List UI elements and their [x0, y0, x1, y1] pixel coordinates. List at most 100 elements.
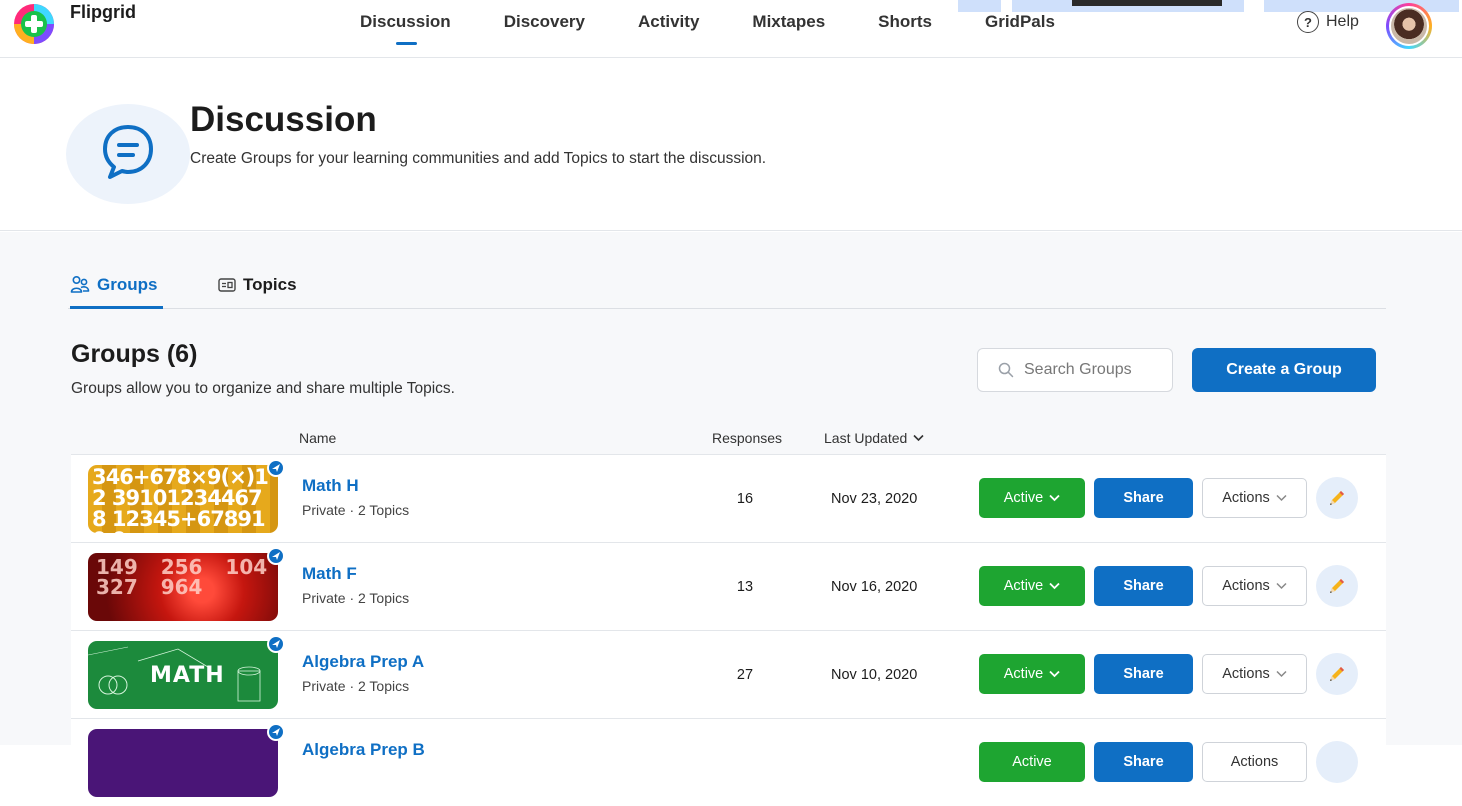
- group-thumbnail[interactable]: 346+678×9(×)12 391012344678 12345+678910…: [88, 465, 278, 533]
- main-content: Groups Topics Groups (6) Groups allow yo…: [0, 232, 1462, 806]
- groups-table: 346+678×9(×)12 391012344678 12345+678910…: [71, 454, 1386, 806]
- help-icon: ?: [1297, 11, 1319, 33]
- brand[interactable]: Flipgrid: [12, 2, 136, 46]
- sub-tabs: Groups Topics: [68, 273, 1386, 309]
- top-edge-artifact: [1072, 0, 1222, 6]
- share-button[interactable]: Share: [1094, 566, 1193, 606]
- status-dropdown-button[interactable]: Active: [979, 566, 1085, 606]
- group-meta: Private · 2 Topics: [302, 590, 410, 606]
- group-name-link[interactable]: Math F: [302, 564, 357, 584]
- tab-groups[interactable]: Groups: [70, 275, 164, 309]
- chevron-down-icon: [1049, 494, 1060, 502]
- discussion-bubble-icon: [100, 121, 156, 186]
- main-nav: Discussion Discovery Activity Mixtapes S…: [360, 12, 1108, 45]
- groups-icon: [70, 275, 90, 293]
- chevron-down-icon: [1276, 670, 1287, 678]
- page-header: Discussion Create Groups for your learni…: [0, 58, 1462, 231]
- flipgrid-logo-icon: [12, 2, 56, 46]
- search-icon: [998, 362, 1014, 378]
- badge-icon: [267, 723, 285, 741]
- nav-tab-shorts[interactable]: Shorts: [878, 12, 932, 32]
- response-count: 16: [736, 491, 754, 507]
- search-groups-field[interactable]: [977, 348, 1173, 392]
- pencil-icon: [1330, 579, 1344, 593]
- tab-topics-label: Topics: [243, 275, 297, 294]
- nav-tab-mixtapes[interactable]: Mixtapes: [752, 12, 825, 32]
- actions-dropdown-button[interactable]: Actions: [1202, 478, 1307, 518]
- group-meta: Private · 2 Topics: [302, 678, 410, 694]
- tab-groups-label: Groups: [97, 275, 158, 294]
- actions-label: Actions: [1230, 754, 1279, 770]
- actions-label: Actions: [1222, 666, 1270, 682]
- group-thumbnail[interactable]: 149 256 104 327 964: [88, 553, 278, 621]
- status-label: Active: [1003, 578, 1044, 594]
- share-button[interactable]: Share: [1094, 478, 1193, 518]
- thumbnail-text: 346+678×9(×)12 391012344678 12345+678910…: [92, 465, 269, 534]
- status-dropdown-button[interactable]: Active: [979, 654, 1085, 694]
- actions-dropdown-button[interactable]: Actions: [1202, 654, 1307, 694]
- page-subtitle: Create Groups for your learning communit…: [190, 150, 767, 167]
- groups-title: Groups (6): [71, 340, 198, 368]
- response-count: 13: [736, 579, 754, 595]
- actions-label: Actions: [1222, 578, 1270, 594]
- create-group-button[interactable]: Create a Group: [1192, 348, 1376, 392]
- page-title: Discussion: [190, 100, 377, 139]
- group-name-link[interactable]: Math H: [302, 476, 359, 496]
- edit-group-button[interactable]: [1316, 653, 1358, 695]
- search-groups-input[interactable]: [1024, 361, 1164, 379]
- group-meta: Private · 2 Topics: [302, 502, 410, 518]
- group-name-link[interactable]: Algebra Prep A: [302, 652, 424, 672]
- status-label: Active: [1003, 490, 1044, 506]
- table-row[interactable]: 346+678×9(×)12 391012344678 12345+678910…: [71, 454, 1386, 542]
- actions-dropdown-button[interactable]: Actions: [1202, 566, 1307, 606]
- top-nav: Flipgrid Discussion Discovery Activity M…: [0, 0, 1462, 58]
- last-updated-date: Nov 23, 2020: [831, 491, 918, 507]
- table-row[interactable]: MATH Algebra Prep A Private · 2 Topics 2…: [71, 630, 1386, 718]
- column-header-last-updated-label: Last Updated: [824, 430, 908, 446]
- group-thumbnail[interactable]: MATH: [88, 641, 278, 709]
- column-header-responses[interactable]: Responses: [712, 430, 782, 446]
- pencil-icon: [1330, 491, 1344, 505]
- chevron-down-icon: [913, 434, 924, 442]
- last-updated-date: Nov 16, 2020: [831, 579, 918, 595]
- group-thumbnail[interactable]: [88, 729, 278, 797]
- status-label: Active: [1012, 754, 1052, 770]
- edit-group-button[interactable]: [1316, 565, 1358, 607]
- top-edge-artifact: [1264, 0, 1459, 12]
- status-dropdown-button[interactable]: Active: [979, 478, 1085, 518]
- share-button[interactable]: Share: [1094, 742, 1193, 782]
- last-updated-date: Nov 10, 2020: [831, 667, 918, 683]
- top-edge-artifact: [958, 0, 1001, 12]
- nav-tab-discussion[interactable]: Discussion: [360, 12, 451, 45]
- column-header-last-updated[interactable]: Last Updated: [824, 430, 924, 446]
- table-row[interactable]: Algebra Prep B Active Share Actions: [71, 718, 1386, 806]
- badge-icon: [267, 547, 285, 565]
- edit-group-button[interactable]: [1316, 477, 1358, 519]
- chevron-down-icon: [1049, 582, 1060, 590]
- help-label: Help: [1326, 13, 1359, 30]
- column-header-name[interactable]: Name: [299, 430, 336, 446]
- nav-tab-discovery[interactable]: Discovery: [504, 12, 585, 32]
- groups-description: Groups allow you to organize and share m…: [71, 380, 455, 397]
- avatar[interactable]: [1386, 3, 1432, 49]
- share-button[interactable]: Share: [1094, 654, 1193, 694]
- chevron-down-icon: [1276, 494, 1287, 502]
- actions-label: Actions: [1222, 490, 1270, 506]
- nav-tab-activity[interactable]: Activity: [638, 12, 699, 32]
- status-label: Active: [1003, 666, 1044, 682]
- edit-group-button[interactable]: [1316, 741, 1358, 783]
- thumbnail-text: 149 256 104 327 964: [96, 555, 268, 599]
- brand-name: Flipgrid: [70, 1, 136, 22]
- pencil-icon: [1330, 667, 1344, 681]
- topics-icon: [218, 278, 236, 292]
- badge-icon: [267, 635, 285, 653]
- nav-tab-gridpals[interactable]: GridPals: [985, 12, 1055, 32]
- tab-topics[interactable]: Topics: [218, 275, 297, 295]
- status-dropdown-button[interactable]: Active: [979, 742, 1085, 782]
- badge-icon: [267, 459, 285, 477]
- table-row[interactable]: 149 256 104 327 964 Math F Private · 2 T…: [71, 542, 1386, 630]
- group-name-link[interactable]: Algebra Prep B: [302, 740, 425, 760]
- help-link[interactable]: ? Help: [1297, 11, 1359, 33]
- actions-dropdown-button[interactable]: Actions: [1202, 742, 1307, 782]
- chevron-down-icon: [1276, 582, 1287, 590]
